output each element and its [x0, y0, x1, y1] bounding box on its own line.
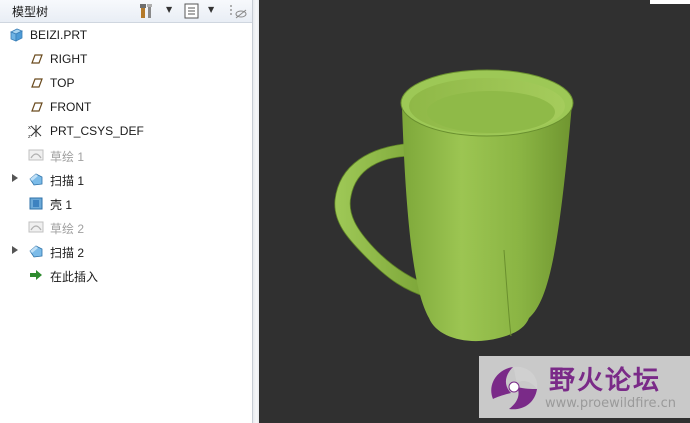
- tree-item-sweep-2[interactable]: 扫描 2: [0, 240, 252, 262]
- model-tree-panel: 模型树 ▼ ▼ BEIZI.PRT RIGHT TOP FRONT x z PR…: [0, 0, 252, 423]
- tree-item-label: 扫描 2: [50, 246, 85, 260]
- model-tree-title: 模型树: [12, 5, 49, 19]
- tree-item-label: TOP: [50, 76, 75, 90]
- tree-item-sweep-1[interactable]: 扫描 1: [0, 168, 252, 190]
- tools-dropdown-caret[interactable]: ▼: [166, 5, 172, 14]
- datum-plane-icon: [28, 99, 44, 115]
- part-icon: [8, 27, 24, 43]
- watermark-url: www.proewildfire.cn: [545, 396, 676, 411]
- tree-item-label: 壳 1: [50, 198, 73, 212]
- shell-icon: [28, 195, 44, 211]
- tree-item-label: 草绘 2: [50, 222, 85, 236]
- svg-text:x: x: [28, 125, 31, 131]
- tools-icon[interactable]: [138, 2, 156, 20]
- watermark-title: 野火论坛: [549, 366, 662, 396]
- svg-text:z: z: [28, 134, 31, 139]
- forum-logo-icon: [491, 366, 538, 410]
- sweep-icon: [28, 171, 44, 187]
- tree-item-label: PRT_CSYS_DEF: [50, 124, 144, 138]
- tree-item-top-plane[interactable]: TOP: [0, 72, 252, 94]
- tree-item-label: 在此插入: [50, 270, 99, 284]
- viewport-corner: [650, 0, 690, 4]
- tree-item-csys[interactable]: x z PRT_CSYS_DEF: [0, 120, 252, 142]
- tree-item-sketch-2[interactable]: 草绘 2: [0, 216, 252, 238]
- tree-item-front-plane[interactable]: FRONT: [0, 96, 252, 118]
- sweep-icon: [28, 243, 44, 259]
- filter-icon[interactable]: [228, 2, 248, 20]
- tree-columns-icon[interactable]: [183, 2, 201, 20]
- expand-arrow-icon[interactable]: [12, 246, 18, 254]
- tree-item-label: 草绘 1: [50, 150, 85, 164]
- tree-item-part[interactable]: BEIZI.PRT: [0, 24, 252, 46]
- tree-item-insert-here[interactable]: 在此插入: [0, 264, 252, 286]
- tree-item-label: 扫描 1: [50, 174, 85, 188]
- model-tree-header: 模型树 ▼ ▼: [0, 0, 252, 23]
- tree-item-sketch-1[interactable]: 草绘 1: [0, 144, 252, 166]
- tree-item-right-plane[interactable]: RIGHT: [0, 48, 252, 70]
- datum-plane-icon: [28, 51, 44, 67]
- tree-item-shell-1[interactable]: 壳 1: [0, 192, 252, 214]
- datum-plane-icon: [28, 75, 44, 91]
- watermark: 野火论坛 www.proewildfire.cn: [479, 356, 690, 418]
- insert-arrow-icon: [28, 267, 44, 283]
- sketch-icon: [28, 147, 44, 163]
- columns-dropdown-caret[interactable]: ▼: [208, 5, 214, 14]
- tree-item-label: FRONT: [50, 100, 92, 114]
- tree-item-label: RIGHT: [50, 52, 88, 66]
- sketch-icon: [28, 219, 44, 235]
- expand-arrow-icon[interactable]: [12, 174, 18, 182]
- csys-icon: x z: [28, 123, 44, 140]
- tree-item-label: BEIZI.PRT: [30, 28, 88, 42]
